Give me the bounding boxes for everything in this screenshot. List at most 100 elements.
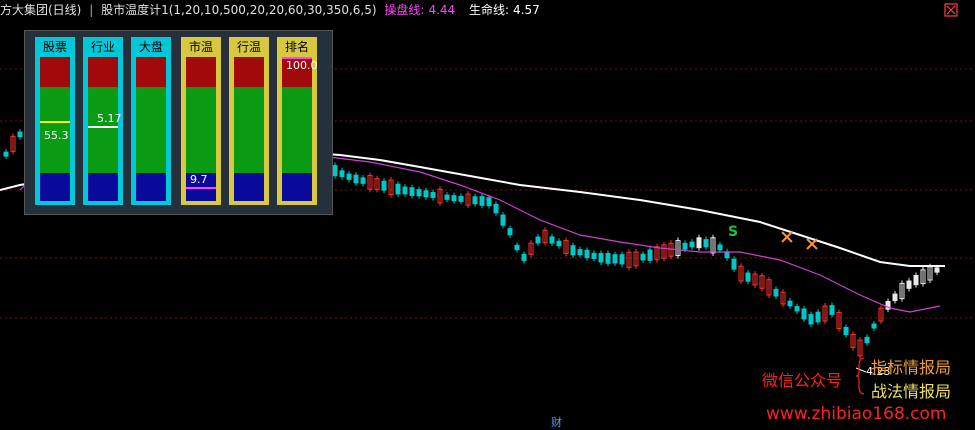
candle-body (703, 239, 709, 248)
candle-body (584, 249, 590, 259)
candle-body (913, 274, 919, 286)
thermometer-band (234, 57, 264, 87)
candle-body (507, 228, 513, 236)
candle-body (381, 180, 387, 191)
chart-header: 方大集团(日线) | 股市温度计1(1,20,10,500,20,20,60,3… (0, 0, 975, 20)
candle-body (773, 288, 779, 297)
thermometer-marker (88, 126, 118, 129)
thermometer-band (186, 57, 216, 87)
thermometer-column: 排名 100.0 (277, 37, 318, 205)
candle-body (402, 186, 408, 195)
cp-line-label: 操盘线: (384, 3, 425, 17)
thermometer-panel: 股票 55.3 行业 5.17 大盘 市温 9.7 行温 排名 100.0 (24, 30, 333, 215)
candle-body (619, 254, 625, 265)
thermometer-column: 市温 9.7 (181, 37, 221, 205)
watermark-url: www.zhibiao168.com (766, 404, 947, 424)
candle-body (892, 293, 898, 302)
candle-body (430, 191, 436, 198)
candle-body (871, 323, 877, 329)
thermometer-band (136, 57, 166, 87)
thermometer-column-label: 排名 (277, 37, 317, 57)
candle-body (787, 300, 793, 307)
watermark-line2: 战法情报局 (871, 382, 952, 401)
thermometer-band (282, 87, 312, 173)
thermometer-column-label: 大盘 (131, 37, 171, 57)
signal-s-marker: S (728, 224, 738, 240)
candle-body (409, 187, 415, 196)
thermometer-column-label: 市温 (181, 37, 221, 57)
candle-body (416, 189, 422, 197)
candle-body (934, 267, 940, 273)
candle-body (17, 131, 23, 138)
finance-marker[interactable]: 财 (551, 414, 562, 430)
candle-body (612, 254, 618, 264)
candle-body (472, 196, 478, 205)
candle-body (794, 306, 800, 312)
thermometer-column-label: 行温 (229, 37, 269, 57)
candle-body (570, 245, 576, 256)
thermometer-band (40, 57, 70, 87)
thermometer-value: 5.17 (97, 112, 122, 126)
candle-body (444, 194, 450, 200)
candle-body (864, 336, 870, 344)
candle-body (598, 252, 604, 263)
candle-body (577, 249, 583, 256)
candle-body (556, 240, 562, 247)
thermometer-band (40, 173, 70, 201)
candle-body (486, 197, 492, 207)
candle-body (353, 174, 359, 184)
watermark-brace (856, 357, 865, 395)
thermometer-marker (186, 187, 216, 190)
candle-body (339, 170, 345, 178)
thermometer-band (234, 173, 264, 201)
thermometer-value: 100.0 (286, 59, 318, 72)
candle-body (745, 272, 751, 282)
thermometer-column-label: 行业 (83, 37, 123, 57)
thermometer-band (186, 87, 216, 173)
candle-body (647, 249, 653, 261)
stock-title[interactable]: 方大集团(日线) (0, 3, 81, 17)
watermark-wechat: 微信公众号 (762, 371, 843, 390)
thermometer-band (136, 87, 166, 173)
candle-body (521, 253, 527, 262)
signal-x-marker (806, 238, 818, 250)
candle-body (346, 173, 352, 180)
indicator-name[interactable]: 股市温度计1(1,20,10,500,20,20,60,30,350,6,5) (101, 3, 376, 17)
life-line-value: 4.57 (513, 3, 540, 17)
thermometer-column: 大盘 (131, 37, 171, 205)
thermometer-band (282, 173, 312, 201)
candle-body (689, 241, 695, 248)
thermometer-column: 行温 (229, 37, 269, 205)
candle-body (682, 242, 688, 250)
candle-body (332, 165, 338, 177)
header-separator: | (89, 3, 94, 17)
candle-body (493, 203, 499, 214)
thermometer-column: 股票 55.3 (35, 37, 75, 205)
candle-body (591, 252, 597, 259)
candle-body (423, 190, 429, 198)
candle-body (360, 177, 366, 184)
candle-body (605, 252, 611, 264)
candle-body (906, 280, 912, 289)
thermometer-value: 55.3 (44, 129, 69, 143)
candle-body (458, 195, 464, 202)
candle-body (451, 195, 457, 202)
cp-line-value: 4.44 (428, 3, 456, 17)
candle-body (829, 305, 835, 315)
thermometer-band (136, 173, 166, 201)
candle-body (801, 308, 807, 320)
thermometer-band (234, 87, 264, 173)
candle-body (395, 183, 401, 195)
candle-body (724, 251, 730, 259)
settings-icon[interactable] (944, 3, 958, 17)
signal-x-marker (781, 231, 793, 243)
candle-body (514, 244, 520, 251)
candle-body (696, 237, 702, 249)
candle-body (535, 236, 541, 244)
thermometer-column-label: 股票 (35, 37, 75, 57)
candle-body (479, 196, 485, 206)
candle-body (808, 314, 814, 325)
life-line-label: 生命线: (468, 3, 510, 17)
watermark-line1: 指标情报局 (871, 358, 952, 377)
candle-body (843, 326, 849, 336)
